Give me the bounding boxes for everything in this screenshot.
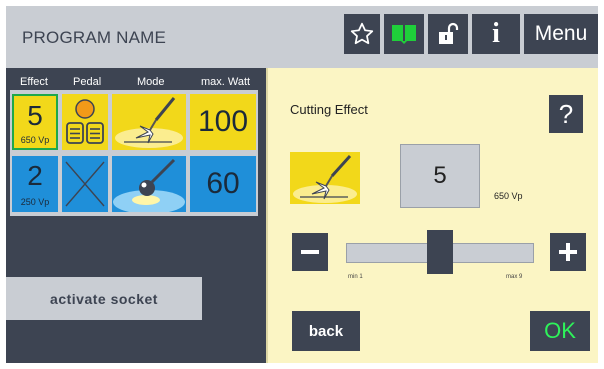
favorite-button[interactable] (344, 14, 380, 54)
increase-button[interactable] (550, 233, 586, 271)
book-icon (392, 25, 416, 44)
column-header-effect: Effect (20, 76, 48, 88)
minus-icon (301, 250, 319, 254)
cutting-mode-icon (293, 154, 357, 203)
effect-value: 5 (27, 100, 43, 131)
effect-value-display: 5 (400, 144, 480, 208)
column-header-max-watt: max. Watt (201, 76, 251, 88)
effect-cell[interactable]: 5 650 Vp (12, 94, 58, 150)
lock-button[interactable] (428, 14, 468, 54)
book-button[interactable] (384, 14, 424, 54)
cutting-mode-icon (115, 97, 183, 148)
effect-voltage: 250 Vp (20, 197, 50, 207)
pedal-cell[interactable] (62, 94, 108, 150)
max-watt-cell[interactable]: 100 (190, 94, 256, 150)
cutting-effect-panel: Cutting Effect ? 5 650 Vp min 1 max 9 ba… (266, 68, 598, 363)
unlock-icon (439, 22, 459, 44)
column-header-pedal: Pedal (73, 76, 102, 88)
ball-electrode-icon (113, 158, 185, 214)
column-header-mode: Mode (137, 76, 165, 88)
none-x-icon (65, 161, 105, 207)
mode-cell[interactable] (112, 156, 186, 214)
slider-min-label: min 1 (348, 274, 363, 280)
mode-cell[interactable] (112, 94, 186, 150)
ok-button[interactable]: OK (530, 311, 590, 351)
pedal-cell[interactable] (62, 156, 108, 212)
menu-button[interactable]: Menu (524, 14, 598, 54)
panel-mode-icon (290, 152, 360, 204)
app-frame: PROGRAM NAME i Menu Effect Pedal Mode ma… (6, 6, 598, 363)
activate-socket-button[interactable]: activate socket (6, 277, 202, 320)
panel-title: Cutting Effect (290, 102, 368, 117)
pedal-dual-icon (66, 99, 104, 144)
info-button[interactable]: i (472, 14, 520, 54)
plus-icon (559, 243, 577, 261)
back-button[interactable]: back (292, 311, 360, 351)
help-button[interactable]: ? (549, 95, 583, 133)
effect-slider[interactable] (346, 230, 534, 274)
effect-value: 2 (27, 160, 43, 191)
slider-max-label: max 9 (506, 274, 523, 280)
effect-voltage-label: 650 Vp (494, 191, 523, 201)
info-icon: i (492, 18, 500, 49)
slider-handle[interactable] (427, 230, 453, 274)
star-icon (350, 22, 374, 45)
max-watt-cell[interactable]: 60 (190, 156, 256, 212)
effect-voltage: 650 Vp (20, 135, 50, 145)
effect-cell[interactable]: 2 250 Vp (12, 156, 58, 212)
program-name: PROGRAM NAME (22, 28, 167, 47)
header-bar: PROGRAM NAME i Menu (6, 6, 598, 68)
decrease-button[interactable] (292, 233, 328, 271)
